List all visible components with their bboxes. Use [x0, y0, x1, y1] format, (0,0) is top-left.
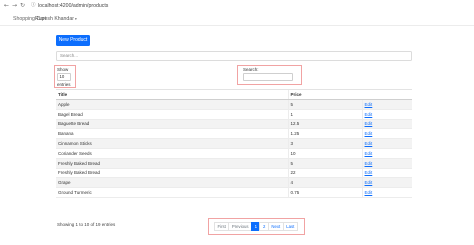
search-input[interactable]: Search... [56, 51, 412, 61]
table-row: Ground Turmeric 0.75 Edit [56, 187, 412, 198]
browser-toolbar: ← → ↻ ⓘ localhost:4200/admin/products [0, 0, 474, 12]
table-header-row: Title Price [56, 89, 412, 100]
product-price: 5 [287, 99, 362, 110]
product-title: Freshly Baked Bread [56, 157, 288, 169]
product-title: Grape [56, 177, 288, 188]
product-price: 5 [287, 157, 362, 169]
pagination: First Previous 1 2 Next Last [214, 222, 298, 231]
column-header-actions [362, 89, 412, 100]
product-price: 0.75 [287, 187, 362, 198]
reload-icon[interactable]: ↻ [19, 2, 26, 10]
table-search-label: Search: [243, 67, 259, 72]
table-row: Apple 5 Edit [56, 99, 412, 110]
entries-label: entries [57, 82, 71, 87]
edit-link[interactable]: Edit [361, 147, 412, 159]
table-row: Baguette Bread 12.5 Edit [56, 118, 412, 129]
table-row: Freshly Baked Bread 22 Edit [56, 167, 412, 178]
edit-link[interactable]: Edit [361, 99, 412, 110]
product-title: Banana [56, 128, 288, 139]
products-table: Title Price Apple 5 Edit Bagel Bread 1 E… [56, 89, 412, 198]
edit-link[interactable]: Edit [361, 118, 412, 129]
app-navbar: Shopping Cart Rupesh Khandar▾ [0, 12, 474, 26]
edit-link[interactable]: Edit [361, 167, 412, 178]
info-icon[interactable]: ⓘ [31, 3, 36, 9]
edit-link[interactable]: Edit [361, 157, 412, 169]
product-title: Apple [56, 99, 288, 110]
column-header-title[interactable]: Title [56, 89, 288, 100]
edit-link[interactable]: Edit [361, 108, 412, 120]
edit-link[interactable]: Edit [361, 128, 412, 139]
table-row: Banana 1.25 Edit [56, 128, 412, 139]
next-page-button[interactable]: Next [267, 222, 284, 231]
edit-link[interactable]: Edit [361, 187, 412, 198]
user-menu[interactable]: Rupesh Khandar▾ [35, 16, 77, 22]
product-price: 22 [287, 167, 362, 178]
arrow-left-icon[interactable]: ← [3, 2, 10, 10]
table-row: Bagel Bread 1 Edit [56, 108, 412, 120]
product-title: Baguette Bread [56, 118, 288, 129]
product-title: Ground Turmeric [56, 187, 288, 198]
product-price: 4 [287, 177, 362, 188]
edit-link[interactable]: Edit [361, 138, 412, 149]
product-price: 12.5 [287, 118, 362, 129]
product-price: 1 [287, 108, 362, 120]
table-info: Showing 1 to 10 of 19 entries [57, 222, 116, 227]
new-product-button[interactable]: New Product [56, 35, 90, 46]
product-title: Coriander Seeds [56, 147, 288, 159]
last-page-button[interactable]: Last [282, 222, 298, 231]
first-page-button[interactable]: First [214, 222, 230, 231]
table-row: Freshly Baked Bread 5 Edit [56, 157, 412, 169]
product-title: Freshly Baked Bread [56, 167, 288, 178]
table-row: Coriander Seeds 10 Edit [56, 147, 412, 159]
previous-page-button[interactable]: Previous [228, 222, 253, 231]
table-search-input[interactable] [243, 73, 293, 81]
product-price: 1.25 [287, 128, 362, 139]
arrow-right-icon[interactable]: → [11, 2, 18, 10]
edit-link[interactable]: Edit [361, 177, 412, 188]
page-length-select[interactable]: 10 [57, 73, 71, 81]
product-price: 10 [287, 147, 362, 159]
product-title: Cinnamon Sticks [56, 138, 288, 149]
table-row: Grape 4 Edit [56, 177, 412, 188]
show-label: Show [57, 67, 69, 72]
address-bar[interactable]: localhost:4200/admin/products [38, 2, 108, 10]
chevron-down-icon: ▾ [74, 17, 77, 21]
user-name: Rupesh Khandar [35, 16, 74, 22]
product-title: Bagel Bread [56, 108, 288, 120]
column-header-price[interactable]: Price [287, 89, 362, 100]
table-row: Cinnamon Sticks 3 Edit [56, 138, 412, 149]
product-price: 3 [287, 138, 362, 149]
